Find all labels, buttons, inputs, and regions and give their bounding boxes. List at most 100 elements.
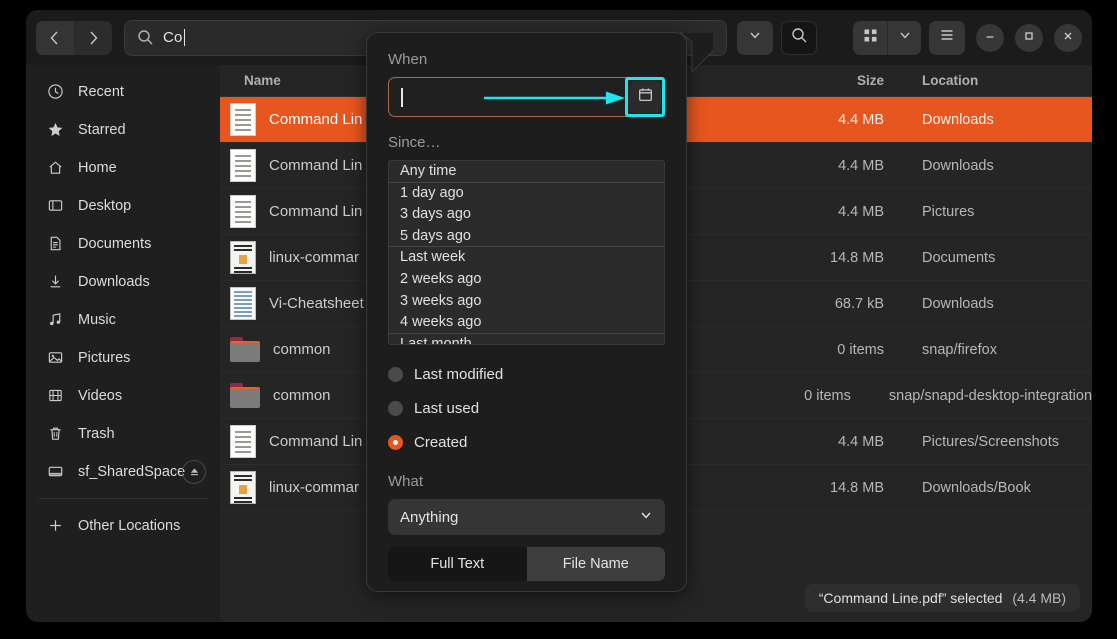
chevron-right-icon	[85, 30, 101, 46]
pdf-icon	[230, 195, 256, 228]
desktop-icon	[44, 197, 66, 214]
video-icon	[44, 387, 66, 404]
maximize-icon	[1023, 29, 1035, 47]
file-size-cell: 4.4 MB	[788, 158, 898, 174]
since-option[interactable]: 1 day ago	[389, 183, 664, 205]
file-size-cell: 4.4 MB	[788, 112, 898, 128]
sidebar-item-starred[interactable]: Starred	[34, 112, 212, 147]
file-name-label: Vi-Cheatsheet	[269, 295, 364, 312]
search-toggle-button[interactable]	[781, 21, 817, 55]
music-icon	[44, 311, 66, 328]
since-option[interactable]: 3 weeks ago	[389, 291, 664, 313]
scope-toggle-option[interactable]: File Name	[527, 547, 666, 581]
since-option[interactable]: Last month	[389, 334, 664, 345]
drive-icon	[44, 463, 66, 480]
home-icon	[44, 159, 66, 176]
header-actions	[737, 21, 1082, 55]
since-option[interactable]: 2 weeks ago	[389, 269, 664, 291]
sidebar-item-label: Trash	[78, 426, 115, 442]
sidebar-item-recent[interactable]: Recent	[34, 74, 212, 109]
sidebar-item-label: Other Locations	[78, 518, 180, 534]
date-mode-radio[interactable]: Last used	[388, 393, 665, 423]
sidebar-item-pictures[interactable]: Pictures	[34, 340, 212, 375]
sidebar-item-sf-sharedspace[interactable]: sf_SharedSpace	[34, 454, 212, 489]
grid-view-button[interactable]	[853, 21, 887, 55]
calendar-icon	[637, 86, 654, 108]
sidebar-item-trash[interactable]: Trash	[34, 416, 212, 451]
clock-icon	[44, 83, 66, 100]
star-icon	[44, 121, 66, 138]
since-option[interactable]: Any time	[389, 161, 664, 183]
file-location-cell: Downloads	[898, 158, 1092, 174]
sidebar-divider	[38, 498, 208, 499]
when-date-input[interactable]	[388, 77, 665, 117]
navigation-buttons	[36, 21, 112, 55]
sidebar-item-home[interactable]: Home	[34, 150, 212, 185]
close-button[interactable]	[1054, 24, 1082, 52]
maximize-button[interactable]	[1015, 24, 1043, 52]
grid-icon	[863, 28, 878, 48]
sidebar-item-downloads[interactable]: Downloads	[34, 264, 212, 299]
sidebar-item-documents[interactable]: Documents	[34, 226, 212, 261]
sidebar-item-label: Videos	[78, 388, 122, 404]
file-location-cell: snap/snapd-desktop-integration	[865, 388, 1092, 404]
minimize-icon	[984, 29, 996, 47]
book-icon	[230, 241, 256, 274]
view-options-button[interactable]	[887, 21, 921, 55]
sidebar-item-other-locations[interactable]: Other Locations	[34, 508, 212, 543]
sidebar-item-desktop[interactable]: Desktop	[34, 188, 212, 223]
vi-cheatsheet-icon	[230, 287, 256, 320]
file-size-cell: 4.4 MB	[788, 434, 898, 450]
eject-button[interactable]	[182, 460, 206, 484]
since-option[interactable]: 4 weeks ago	[389, 312, 664, 334]
file-name-label: Command Lin	[269, 433, 362, 450]
since-options-list[interactable]: Any time1 day ago3 days ago5 days agoLas…	[388, 160, 665, 345]
annotation-arrow	[484, 90, 630, 106]
sidebar-item-label: Desktop	[78, 198, 131, 214]
since-option[interactable]: Last week	[389, 247, 664, 269]
file-location-cell: Downloads	[898, 112, 1092, 128]
search-icon	[791, 27, 808, 49]
file-size-cell: 0 items	[760, 388, 865, 404]
file-size-cell: 4.4 MB	[788, 204, 898, 220]
status-badge: “Command Line.pdf” selected (4.4 MB)	[805, 584, 1080, 612]
since-option[interactable]: 3 days ago	[389, 204, 664, 226]
file-name-label: common	[273, 341, 331, 358]
sidebar-item-label: Downloads	[78, 274, 150, 290]
radio-indicator	[388, 401, 403, 416]
column-header-size[interactable]: Size	[788, 73, 898, 88]
search-scope-toggle: Full TextFile Name	[388, 547, 665, 581]
sidebar-item-videos[interactable]: Videos	[34, 378, 212, 413]
back-button[interactable]	[36, 21, 74, 55]
book-icon	[230, 471, 256, 504]
since-label: Since…	[388, 134, 665, 151]
pdf-icon	[230, 425, 256, 458]
trash-icon	[44, 425, 66, 442]
what-type-select[interactable]: Anything	[388, 499, 665, 535]
file-size-cell: 14.8 MB	[788, 480, 898, 496]
main-menu-button[interactable]	[929, 21, 965, 55]
column-header-location[interactable]: Location	[898, 73, 1092, 88]
search-query-text: Co	[163, 29, 183, 46]
chevron-left-icon	[47, 30, 63, 46]
forward-button[interactable]	[74, 21, 112, 55]
minimize-button[interactable]	[976, 24, 1004, 52]
since-option[interactable]: 5 days ago	[389, 226, 664, 248]
search-icon	[137, 29, 154, 46]
date-mode-radio[interactable]: Created	[388, 427, 665, 457]
status-size: (4.4 MB)	[1012, 590, 1066, 606]
date-mode-radio[interactable]: Last modified	[388, 359, 665, 389]
calendar-picker-button[interactable]	[629, 81, 661, 113]
path-dropdown-button[interactable]	[737, 21, 773, 55]
sidebar-item-music[interactable]: Music	[34, 302, 212, 337]
sidebar: Recent Starred Home Desktop Documents	[26, 65, 220, 622]
pdf-icon	[230, 149, 256, 182]
sidebar-item-label: sf_SharedSpace	[78, 464, 185, 480]
file-location-cell: Downloads	[898, 296, 1092, 312]
folder-icon	[230, 337, 260, 362]
what-label: What	[388, 473, 665, 490]
file-size-cell: 68.7 kB	[788, 296, 898, 312]
popover-tail	[680, 32, 714, 72]
file-name-label: linux-commar	[269, 249, 359, 266]
scope-toggle-option[interactable]: Full Text	[388, 547, 527, 581]
